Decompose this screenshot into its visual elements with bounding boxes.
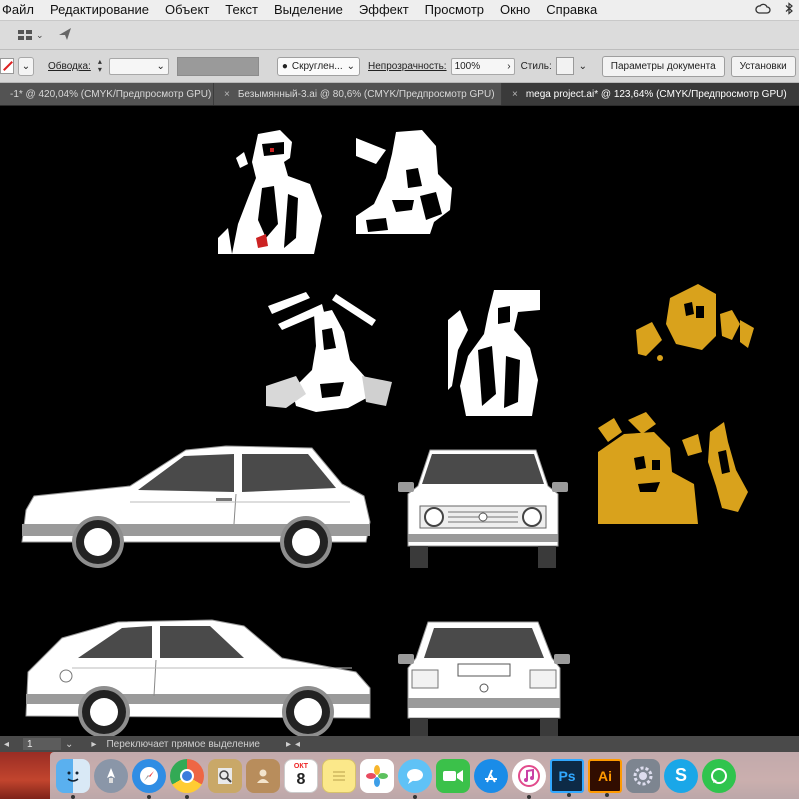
status-bar: ◂ 1 ⌄ ▸ Переключает прямое выделение ▸ ◂ [0,736,799,752]
artboard-number-field[interactable]: 1 [23,738,62,750]
menu-edit[interactable]: Редактирование [42,0,157,20]
chevron-down-icon: ⌄ [578,60,587,72]
document-setup-button[interactable]: Параметры документа [601,55,725,77]
app-toolbar: ⌄ [0,21,799,50]
fill-dropdown[interactable]: ⌄ [18,56,34,76]
menu-view[interactable]: Просмотр [417,0,492,20]
artwork-blonde-figure[interactable] [356,130,462,236]
close-icon[interactable]: × [224,89,230,100]
tab-document-1[interactable]: -1* @ 420,04% (CMYK/Предпросмотр GPU) [0,83,214,105]
status-arrow-icon[interactable]: ▸ [286,739,291,750]
creative-cloud-icon[interactable] [755,3,771,18]
chevron-down-icon: ⌄ [346,60,355,72]
artboard-canvas[interactable] [0,106,799,736]
chevron-down-icon: ⌄ [21,60,31,72]
whatsapp-icon[interactable] [702,758,736,793]
gpu-performance-icon[interactable] [58,27,72,44]
contacts-icon[interactable] [246,758,280,793]
stroke-label[interactable]: Обводка: [48,61,91,72]
menu-file[interactable]: Файл [0,0,42,20]
menu-window[interactable]: Окно [492,0,538,20]
messages-icon[interactable] [398,758,432,799]
tab-mega-project[interactable]: × mega project.ai* @ 123,64% (CMYK/Предп… [502,83,799,105]
opacity-value: 100% [454,60,481,72]
menu-object[interactable]: Объект [157,0,217,20]
control-bar: ⌄ Обводка: ▴ ▾ ⌄ ● Скруглен... ⌄ Непрозра… [0,50,799,83]
tab-label: Безымянный-3.ai @ 80,6% (CMYK/Предпросмо… [237,88,495,100]
calendar-day: 8 [296,771,306,788]
style-dropdown[interactable]: ⌄ [578,58,588,75]
menu-select[interactable]: Выделение [266,0,351,20]
tab-label: -1* @ 420,04% (CMYK/Предпросмотр GPU) [10,88,212,100]
stroke-weight-field[interactable]: ⌄ [108,57,169,75]
variable-width-profile[interactable] [176,56,259,76]
chrome-icon[interactable] [170,758,204,799]
calendar-icon[interactable]: ОКТ 8 [284,758,318,793]
status-text: Переключает прямое выделение [106,738,260,750]
document-tabs: -1* @ 420,04% (CMYK/Предпросмотр GPU) × … [0,83,799,106]
artwork-car-side-top[interactable] [20,444,374,568]
illustrator-icon[interactable]: Ai [588,758,622,797]
photos-icon[interactable] [360,758,394,793]
artwork-car-rear[interactable] [398,618,570,736]
app-store-icon[interactable] [474,758,508,793]
menu-type[interactable]: Текст [217,0,266,20]
artboard-number: 1 [27,738,33,750]
chevron-right-icon[interactable]: ▸ [91,739,96,750]
brush-label: Скруглен... [291,60,343,72]
dot-icon: ● [281,60,288,72]
tab-label: mega project.ai* @ 123,64% (CMYK/Предпро… [525,88,787,100]
facetime-icon[interactable] [436,758,470,793]
preview-icon[interactable] [208,758,242,793]
preferences-button[interactable]: Установки [730,55,796,77]
stroke-stepper[interactable]: ▴ ▾ [95,57,105,75]
finder-icon[interactable] [56,758,90,799]
artwork-reclining-figure[interactable] [266,290,392,414]
dock: ОКТ 8 Ps Ai S [50,752,799,799]
photoshop-label: Ps [558,767,576,784]
bluetooth-icon[interactable] [785,2,793,18]
launchpad-icon[interactable] [94,758,128,793]
chevron-down-icon[interactable]: ⌄ [65,739,73,750]
illustrator-label: Ai [598,767,612,784]
chevron-right-icon: › [507,60,511,72]
photoshop-icon[interactable]: Ps [550,758,584,797]
arrange-documents-icon[interactable] [18,28,32,43]
itunes-icon[interactable] [512,758,546,799]
system-preferences-icon[interactable] [626,758,660,793]
opacity-field[interactable]: 100% › [450,57,515,75]
menu-help[interactable]: Справка [538,0,605,20]
style-label: Стиль: [520,60,552,72]
artwork-man-in-coat[interactable] [448,290,542,416]
scroll-left-icon[interactable]: ◂ [295,739,300,750]
artwork-car-side-bottom[interactable] [22,618,374,736]
brush-definition-select[interactable]: ● Скруглен... ⌄ [276,56,360,76]
artwork-car-front[interactable] [398,446,568,570]
safari-icon[interactable] [132,758,166,799]
artwork-figure-gun[interactable] [218,128,326,256]
skype-icon[interactable]: S [664,758,698,793]
menu-effect[interactable]: Эффект [351,0,417,20]
style-swatch[interactable] [555,57,574,75]
artwork-yellow-knife-figure[interactable] [598,412,750,524]
chevron-down-icon: ⌄ [156,60,165,72]
chevron-left-icon[interactable]: ◂ [4,739,9,750]
chevron-down-icon[interactable]: ⌄ [36,30,44,41]
close-icon[interactable]: × [512,89,518,100]
calendar-month: ОКТ [293,763,309,770]
artwork-yellow-face[interactable] [636,284,756,366]
opacity-label[interactable]: Непрозрачность: [368,61,447,72]
menu-bar: Файл Редактирование Объект Текст Выделен… [0,0,799,21]
fill-swatch[interactable] [0,58,14,74]
notes-icon[interactable] [322,758,356,793]
tab-document-2[interactable]: × Безымянный-3.ai @ 80,6% (CMYK/Предпрос… [214,83,502,105]
